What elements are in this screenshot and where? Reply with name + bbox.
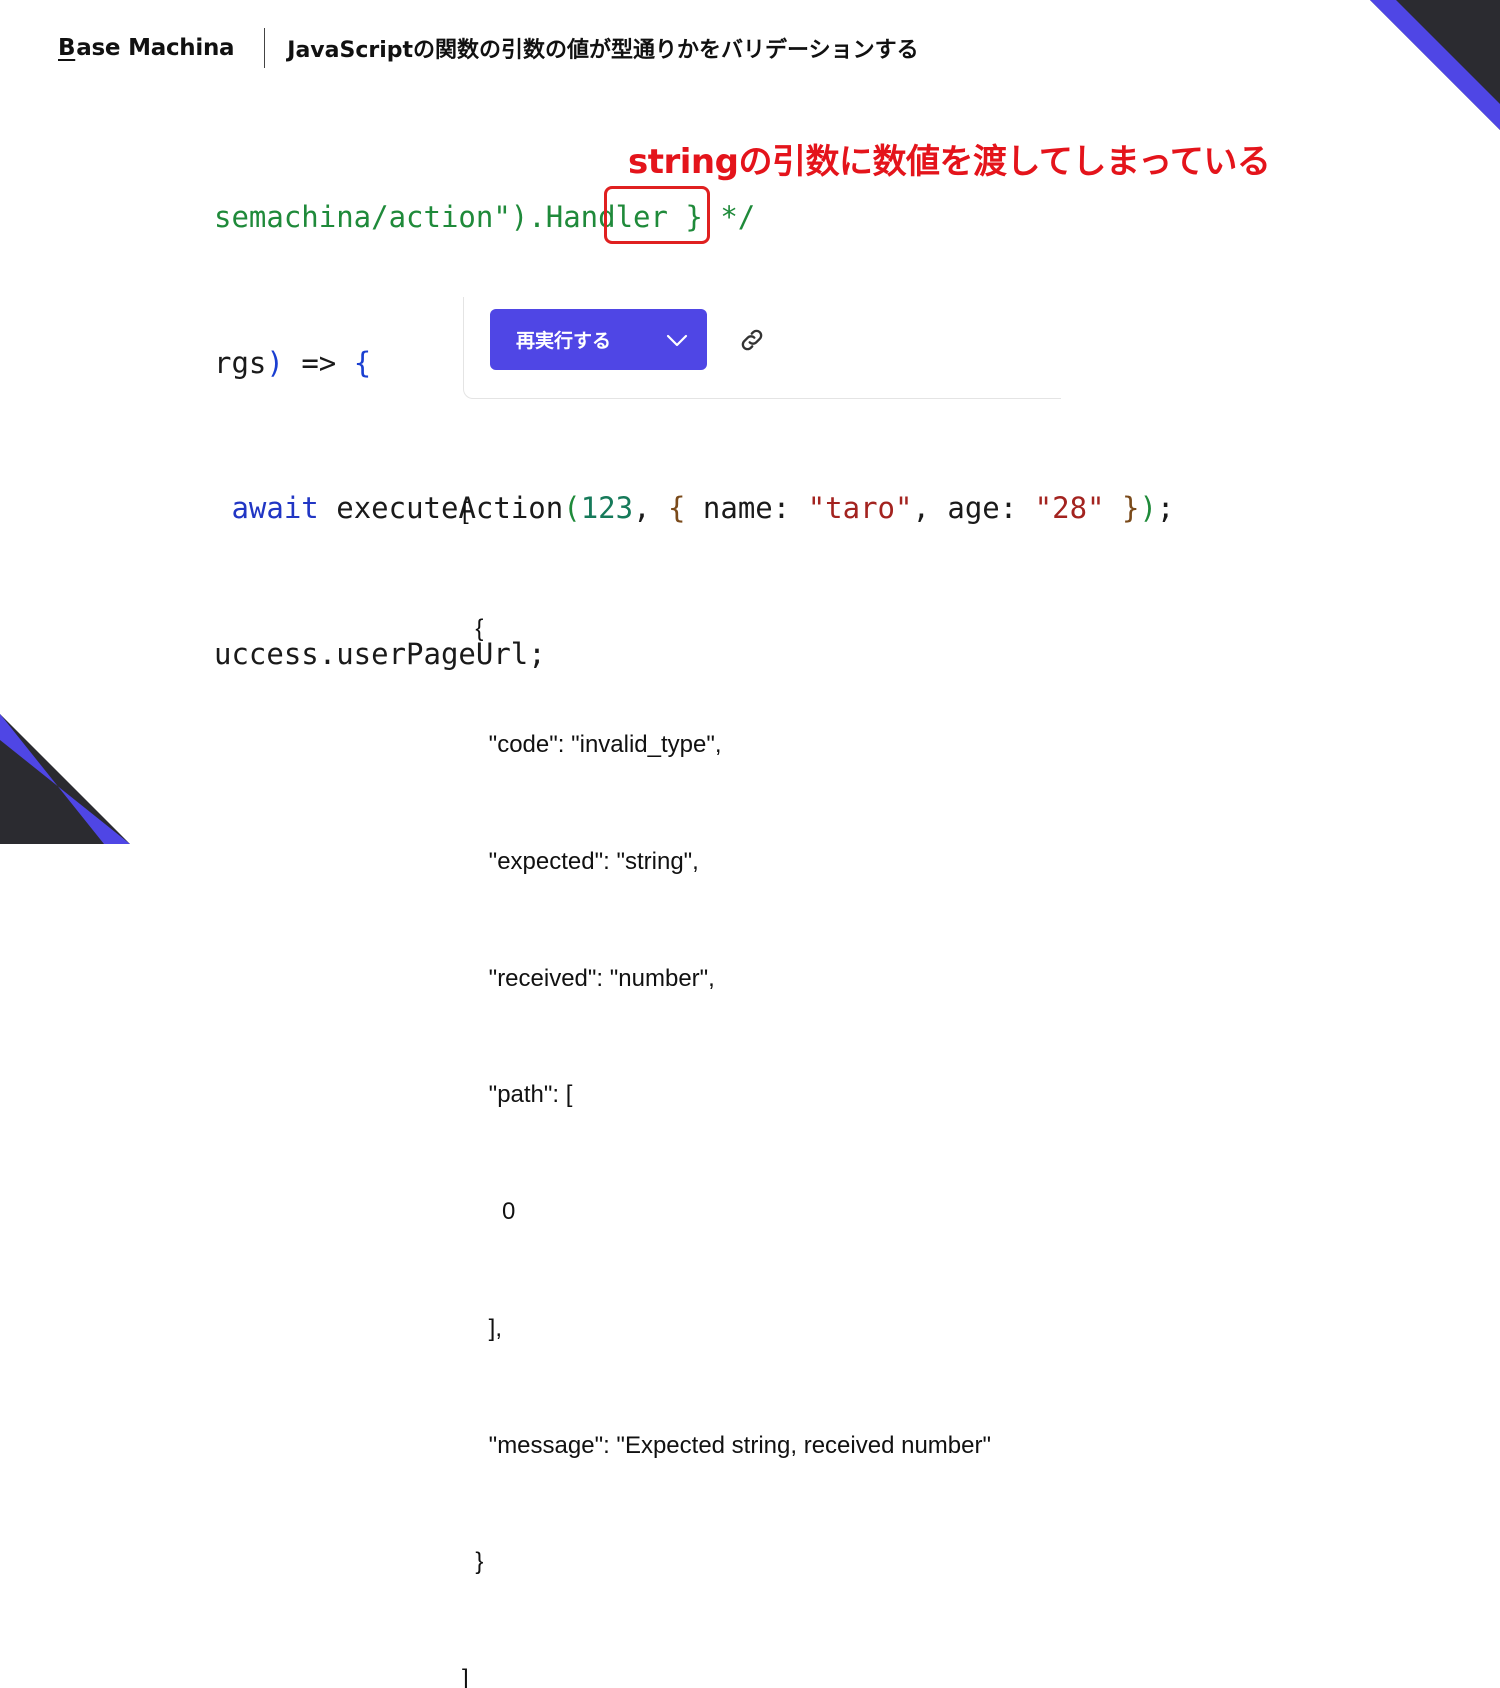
highlight-box xyxy=(604,186,710,244)
code-token: ) xyxy=(266,345,284,380)
code-token: rgs xyxy=(214,345,267,380)
code-token: ; xyxy=(1156,491,1175,525)
page-title: JavaScriptの関数の引数の値が型通りかをバリデーションする xyxy=(287,38,919,63)
output-line: "code": "invalid_type", xyxy=(462,731,722,759)
rerun-button-label: 再実行する xyxy=(516,330,612,352)
action-toolbar: 再実行する xyxy=(463,297,1061,399)
code-token: ) xyxy=(1139,491,1157,525)
output-line: ] xyxy=(462,1665,469,1688)
code-token: { xyxy=(353,345,372,380)
code-token-string: "28" xyxy=(1034,491,1105,525)
output-line: "received": "number", xyxy=(462,964,715,992)
output-line: 0 xyxy=(462,1198,516,1226)
brand-second-word: Machina xyxy=(128,35,235,61)
brand-logo: Base Machina xyxy=(58,35,235,61)
output-line: "expected": "string", xyxy=(462,847,699,875)
output-line: } xyxy=(462,1548,484,1576)
corner-decoration-bottom-left xyxy=(0,714,130,844)
output-line: "path": [ xyxy=(462,1081,573,1109)
brand-initial: B xyxy=(58,35,76,61)
brand-first-word-rest: ase xyxy=(76,35,121,61)
rerun-button[interactable]: 再実行する xyxy=(490,309,707,370)
validation-error-output: [ { "code": "invalid_type", "expected": … xyxy=(462,415,991,1688)
corner-decoration-top-right xyxy=(1370,0,1500,130)
header-divider xyxy=(264,28,266,68)
slide-header: Base Machina JavaScriptの関数の引数の値が型通りかをバリデー… xyxy=(58,26,919,70)
code-token: => xyxy=(283,345,354,380)
code-line-1: semachina/action").Handler } */ xyxy=(214,193,1294,242)
link-icon[interactable] xyxy=(738,326,766,354)
output-line: "message": "Expected string, received nu… xyxy=(462,1431,991,1459)
code-token: } xyxy=(1121,491,1140,525)
code-token-keyword: await xyxy=(231,491,319,525)
output-line: ], xyxy=(462,1314,503,1342)
chevron-down-icon[interactable] xyxy=(665,328,689,352)
output-line: { xyxy=(462,614,484,642)
output-line: [ xyxy=(462,497,469,525)
annotation-callout: stringの引数に数値を渡してしまっている xyxy=(628,142,1271,182)
